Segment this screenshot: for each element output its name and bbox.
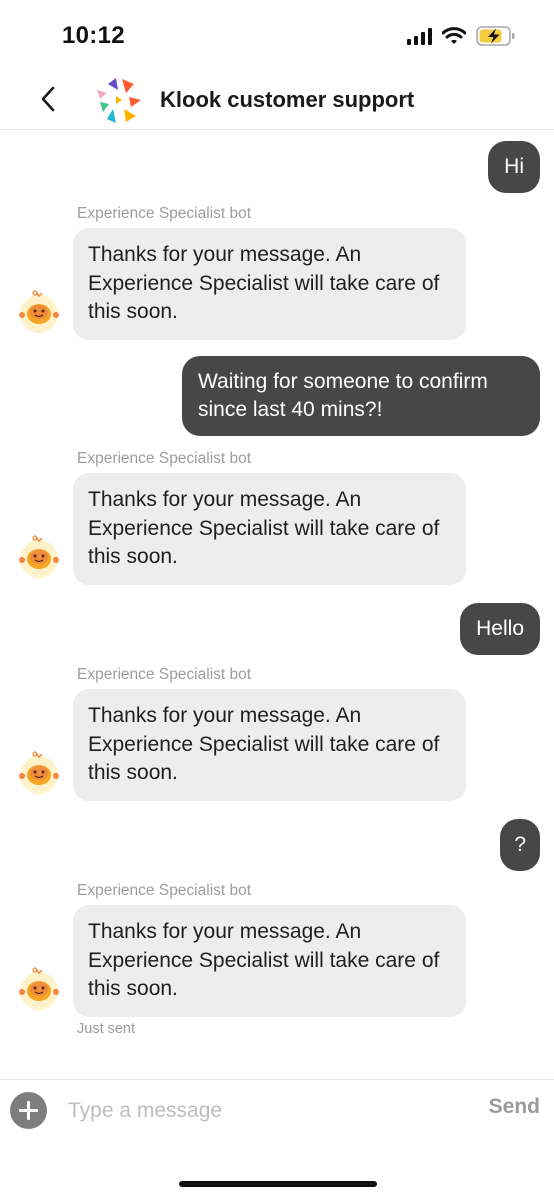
bot-avatar-icon: [19, 290, 59, 333]
outgoing-message: ?: [500, 819, 540, 871]
message-sender: Experience Specialist bot: [77, 666, 252, 683]
status-bar: 10:12: [0, 0, 554, 70]
outgoing-message: Waiting for someone to confirm since las…: [182, 356, 540, 436]
status-time: 10:12: [62, 22, 125, 49]
message-timestamp: Just sent: [77, 1021, 136, 1037]
home-indicator: [179, 1181, 377, 1187]
header-title: Klook customer support: [160, 87, 415, 112]
incoming-message: Thanks for your message. An Experience S…: [73, 905, 466, 1017]
battery-charging-icon: [476, 26, 515, 46]
outgoing-message: Hi: [488, 141, 540, 193]
klook-logo-icon: [97, 78, 141, 123]
chat-thread: Hi Experience Specialist bot Thanks for …: [0, 131, 554, 1079]
message-sender: Experience Specialist bot: [77, 882, 252, 899]
chevron-left-icon[interactable]: [34, 84, 64, 114]
wifi-icon: [442, 27, 466, 44]
message-sender: Experience Specialist bot: [77, 205, 252, 222]
status-icons: [407, 26, 516, 46]
bot-avatar-icon: [19, 535, 59, 578]
plus-circle-icon[interactable]: [10, 1092, 47, 1129]
send-button[interactable]: Send: [489, 1095, 540, 1119]
incoming-message: Thanks for your message. An Experience S…: [73, 228, 466, 340]
message-input[interactable]: [68, 1094, 458, 1128]
bot-avatar-icon: [19, 967, 59, 1010]
bot-avatar-icon: [19, 751, 59, 794]
outgoing-message: Hello: [460, 603, 540, 655]
incoming-message: Thanks for your message. An Experience S…: [73, 689, 466, 801]
chat-header: Klook customer support: [0, 70, 554, 130]
message-composer: Send: [0, 1079, 554, 1139]
message-sender: Experience Specialist bot: [77, 450, 252, 467]
incoming-message: Thanks for your message. An Experience S…: [73, 473, 466, 585]
signal-icon: [407, 27, 432, 45]
